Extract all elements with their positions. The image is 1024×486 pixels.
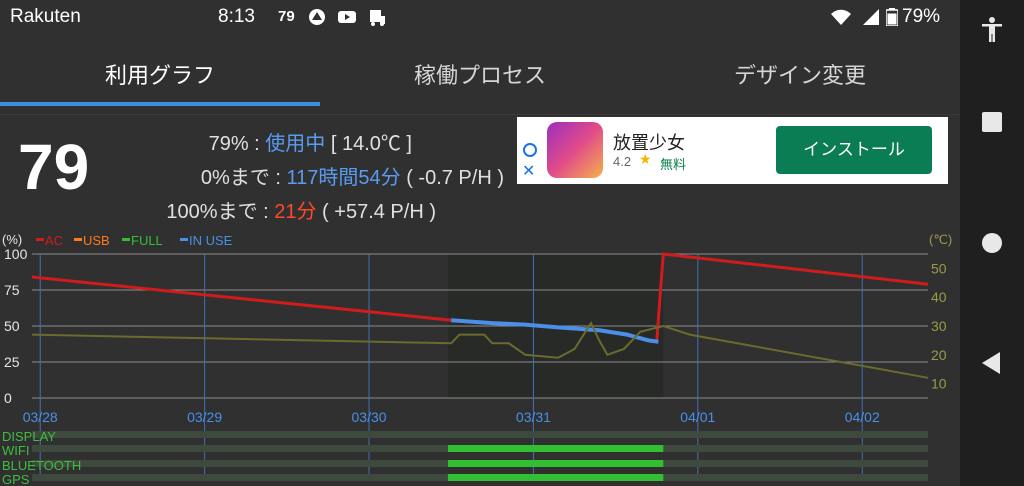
- legend-swatch: [122, 238, 130, 241]
- legend-label-ac: AC: [45, 233, 63, 248]
- status-bar: Rakuten 8:13 79 79%: [0, 0, 960, 34]
- y-right-tick-label: 50: [931, 260, 947, 276]
- divider: [0, 114, 960, 115]
- y-right-tick-label: 10: [931, 376, 947, 392]
- status-row-label: DISPLAY: [2, 429, 56, 444]
- app-screen: Rakuten 8:13 79 79% 利用グラフ 稼働プロセス デザイン変更 …: [0, 0, 960, 486]
- ad-close-icon[interactable]: ✕: [522, 161, 535, 180]
- notification-icon: [370, 10, 385, 26]
- y-right-tick-label: 30: [931, 318, 947, 334]
- summary-row-current: 79% : 使用中 [ 14.0℃ ]: [208, 133, 412, 155]
- x-tick-label: 04/02: [845, 409, 880, 425]
- status-row-label: WIFI: [2, 443, 29, 458]
- carrier-label: Rakuten: [10, 6, 81, 27]
- tab-running-processes[interactable]: 稼働プロセス: [320, 58, 640, 106]
- status-on-segment: [447, 445, 664, 452]
- home-icon[interactable]: [982, 233, 1002, 253]
- summary-row-empty: 0%まで : 117時間54分 ( -0.7 P/H ): [200, 167, 504, 189]
- ad-banner[interactable]: ✕ 放置少女 4.2 ★ 無料 インストール: [517, 117, 948, 184]
- x-tick-label: 03/28: [23, 409, 58, 425]
- ad-install-button[interactable]: インストール: [776, 126, 932, 174]
- usage-state: 使用中: [265, 133, 326, 155]
- y-right-tick-label: 40: [931, 289, 947, 305]
- status-row-label: GPS: [2, 472, 30, 486]
- tab-usage-graph[interactable]: 利用グラフ: [0, 58, 320, 106]
- legend-swatch: [74, 238, 82, 241]
- active-tab-indicator: [0, 102, 320, 106]
- time-to-empty: 117時間54分: [286, 167, 401, 189]
- y-left-tick-label: 25: [4, 354, 20, 370]
- battery-usage-chart[interactable]: 100 75 50 25 0 50 40 30 20 10 (%) (℃) AC USB FULL IN US…: [0, 228, 960, 486]
- ad-app-icon[interactable]: [547, 122, 603, 178]
- summary-row-full: 100%まで : 21分 ( +57.4 P/H ): [166, 201, 436, 223]
- x-tick-label: 04/01: [680, 409, 715, 425]
- y-left-tick-label: 0: [4, 390, 12, 406]
- legend-label-in-use: IN USE: [189, 233, 233, 248]
- y-left-tick-label: 50: [4, 318, 20, 334]
- y-left-tick-label: 75: [4, 282, 20, 298]
- y-right-tick-label: 20: [931, 347, 947, 363]
- youtube-icon: [338, 11, 356, 23]
- status-on-segment: [447, 460, 664, 467]
- battery-level-badge: 79: [278, 8, 295, 25]
- tab-design-change[interactable]: デザイン変更: [640, 58, 960, 106]
- legend-label-full: FULL: [131, 233, 163, 248]
- series-line-ac: [31, 275, 452, 322]
- tab-bar: 利用グラフ 稼働プロセス デザイン変更: [0, 52, 960, 108]
- battery-level-display: 79: [18, 131, 90, 203]
- recents-icon[interactable]: [982, 112, 1002, 132]
- status-on-segment: [447, 474, 664, 481]
- star-icon: ★: [639, 152, 652, 168]
- x-tick-label: 03/30: [352, 409, 387, 425]
- x-tick-label: 03/31: [516, 409, 551, 425]
- battery-icon: [886, 8, 898, 26]
- wifi-icon: [831, 9, 851, 25]
- system-nav-bar: [960, 0, 1024, 486]
- time-to-full: 21分: [274, 201, 317, 223]
- ad-rating: 4.2: [613, 154, 632, 169]
- signal-icon: [863, 9, 879, 25]
- x-tick-label: 03/29: [187, 409, 222, 425]
- legend-swatch: [180, 238, 188, 241]
- legend-swatch: [36, 238, 44, 241]
- alert-icon: [309, 9, 325, 25]
- legend-label-usb: USB: [83, 233, 110, 248]
- accessibility-icon[interactable]: [981, 17, 1003, 43]
- y-left-tick-label: 100: [4, 246, 28, 262]
- status-row-label: BLUETOOTH: [2, 458, 81, 473]
- ad-info-icon[interactable]: [523, 143, 537, 157]
- battery-percent: 79%: [902, 6, 941, 27]
- back-icon[interactable]: [982, 352, 1000, 374]
- y-right-unit: (℃): [929, 232, 952, 247]
- ad-price: 無料: [660, 158, 687, 173]
- y-left-unit: (%): [2, 232, 22, 247]
- clock: 8:13: [218, 6, 255, 27]
- status-track: [32, 431, 928, 438]
